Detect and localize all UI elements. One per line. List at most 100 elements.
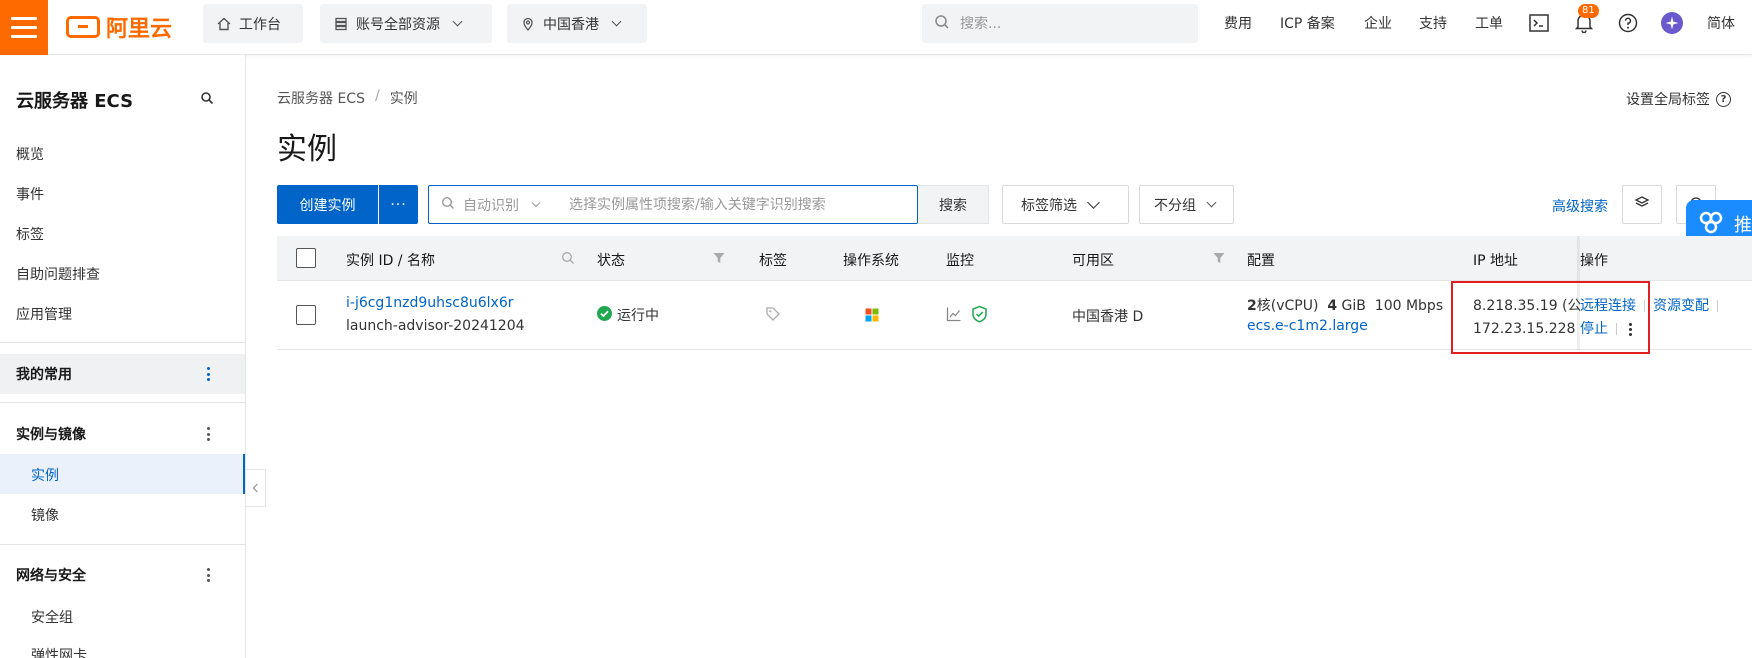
breadcrumb-ecs[interactable]: 云服务器 ECS — [277, 88, 365, 108]
instance-id-link[interactable]: i-j6cg1nzd9uhsc8u6lx6r — [346, 295, 514, 311]
windows-icon — [865, 308, 879, 326]
row-select-checkbox[interactable] — [296, 305, 316, 325]
location-pin-icon — [521, 17, 535, 31]
region-dropdown[interactable]: 中国香港 — [507, 4, 647, 43]
action-separator — [1717, 300, 1718, 312]
action-column: 操作 远程连接 资源变配 停止 — [1580, 236, 1752, 350]
memory-unit: GiB — [1341, 298, 1366, 314]
action-separator — [1644, 300, 1645, 312]
notification-badge: 81 — [1578, 4, 1599, 18]
global-search[interactable] — [922, 4, 1198, 43]
aliyun-logo[interactable]: 阿里云 — [66, 12, 172, 42]
chevron-down-icon — [1087, 196, 1100, 209]
sidebar-divider — [0, 342, 245, 343]
row-actions-2: 停止 — [1580, 318, 1632, 338]
resource-change-link[interactable]: 资源变配 — [1653, 298, 1709, 314]
ticket-link[interactable]: 工单 — [1475, 13, 1503, 33]
language-switch[interactable]: 简体 — [1707, 13, 1735, 33]
chevron-down-icon — [1206, 197, 1217, 208]
action-column-cell: 远程连接 资源变配 停止 — [1580, 281, 1752, 350]
shield-check-icon[interactable] — [971, 305, 988, 327]
region-label: 中国香港 — [543, 16, 599, 33]
tag-icon[interactable] — [765, 306, 781, 326]
sidebar-group-favorites[interactable]: 我的常用 — [0, 354, 245, 394]
terminal-icon[interactable] — [1528, 12, 1550, 34]
column-header-actions: 操作 — [1580, 253, 1608, 269]
chevron-down-icon — [611, 16, 622, 27]
global-tag-label: 设置全局标签 — [1626, 92, 1710, 108]
sidebar: 云服务器 ECS 概览 事件 标签 自助问题排查 应用管理 我的常用 实例与镜像… — [0, 55, 246, 658]
sidebar-item-security-group[interactable]: 安全组 — [31, 607, 73, 627]
fees-link[interactable]: 费用 — [1224, 13, 1252, 33]
support-link[interactable]: 支持 — [1419, 13, 1447, 33]
enterprise-link[interactable]: 企业 — [1364, 13, 1392, 33]
layers-button[interactable] — [1622, 185, 1662, 224]
sidebar-collapse-button[interactable] — [246, 469, 266, 507]
search-icon — [441, 196, 455, 214]
column-header-tags: 标签 — [759, 253, 787, 269]
instance-type-link[interactable]: ecs.e-c1m2.large — [1247, 318, 1368, 334]
filter-icon[interactable] — [1212, 251, 1226, 265]
select-all-checkbox[interactable] — [296, 248, 316, 268]
tag-filter-dropdown[interactable]: 标签筛选 — [1002, 185, 1129, 224]
more-actions-button[interactable]: ··· — [379, 185, 418, 224]
sidebar-group-label: 我的常用 — [16, 367, 72, 383]
more-vertical-icon[interactable] — [206, 367, 210, 381]
help-icon[interactable] — [1617, 12, 1639, 34]
chevron-down-icon — [452, 16, 463, 27]
global-search-input[interactable] — [960, 15, 1180, 32]
home-icon — [217, 17, 231, 31]
more-vertical-icon[interactable] — [1629, 322, 1632, 336]
table-row: i-j6cg1nzd9uhsc8u6lx6r launch-advisor-20… — [277, 281, 1752, 350]
top-navigation-bar: 阿里云 工作台 账号全部资源 中国香港 费用 ICP 备案 企业 支持 工单 — [0, 0, 1752, 55]
stop-link[interactable]: 停止 — [1580, 321, 1608, 337]
check-circle-icon — [597, 305, 612, 325]
layers-icon — [1634, 195, 1650, 215]
workbench-label: 工作台 — [239, 16, 281, 33]
help-icon[interactable]: ? — [1716, 91, 1731, 107]
breadcrumb-instances: 实例 — [389, 91, 418, 107]
status-text: 运行中 — [617, 308, 659, 324]
sidebar-group-instances-images[interactable]: 实例与镜像 — [0, 414, 245, 454]
workbench-button[interactable]: 工作台 — [203, 4, 303, 43]
chart-line-icon[interactable] — [946, 306, 962, 326]
instance-search-box: 自动识别 — [428, 185, 918, 224]
global-tag-setting[interactable]: 设置全局标签 ? — [1626, 89, 1731, 109]
more-vertical-icon[interactable] — [206, 427, 210, 441]
resource-scope-dropdown[interactable]: 账号全部资源 — [320, 4, 492, 43]
sidebar-item-tags[interactable]: 标签 — [16, 224, 44, 244]
sidebar-group-network-security[interactable]: 网络与安全 — [0, 555, 245, 595]
menu-icon[interactable] — [0, 0, 48, 55]
cpu-count: 2 — [1247, 298, 1257, 314]
icp-link[interactable]: ICP 备案 — [1280, 13, 1335, 33]
more-vertical-icon[interactable] — [206, 568, 210, 582]
tag-filter-label: 标签筛选 — [1021, 197, 1077, 214]
column-header-config: 配置 — [1247, 253, 1275, 269]
search-button[interactable]: 搜索 — [918, 185, 989, 224]
cpu-unit: 核(vCPU) — [1256, 298, 1319, 314]
advanced-search-link[interactable]: 高级搜索 — [1552, 196, 1608, 216]
aliyun-logo-icon — [66, 16, 100, 38]
search-icon[interactable] — [561, 251, 575, 265]
sidebar-item-images[interactable]: 镜像 — [31, 505, 59, 525]
sidebar-item-overview[interactable]: 概览 — [16, 144, 44, 164]
create-instance-button[interactable]: 创建实例 — [277, 185, 378, 224]
group-filter-dropdown[interactable]: 不分组 — [1139, 185, 1234, 224]
search-icon[interactable] — [200, 91, 216, 107]
sidebar-item-instances[interactable]: 实例 — [31, 465, 59, 485]
instance-search-input[interactable] — [569, 196, 899, 213]
sidebar-item-troubleshoot[interactable]: 自助问题排查 — [16, 264, 100, 284]
public-ip: 8.218.35.19 (公) — [1473, 298, 1587, 314]
search-type-dropdown[interactable]: 自动识别 — [429, 195, 569, 215]
chevron-left-icon — [252, 483, 261, 493]
sidebar-item-apps[interactable]: 应用管理 — [16, 304, 72, 324]
user-avatar-icon[interactable] — [1661, 12, 1683, 34]
filter-icon[interactable] — [712, 251, 726, 265]
sidebar-item-events[interactable]: 事件 — [16, 184, 44, 204]
sidebar-item-eni[interactable]: 弹性网卡 — [31, 645, 87, 658]
column-header-zone: 可用区 — [1072, 253, 1114, 269]
remote-connect-link[interactable]: 远程连接 — [1580, 298, 1636, 314]
stack-icon — [334, 17, 348, 31]
sidebar-group-label: 实例与镜像 — [16, 427, 86, 443]
page-title: 实例 — [277, 132, 337, 167]
